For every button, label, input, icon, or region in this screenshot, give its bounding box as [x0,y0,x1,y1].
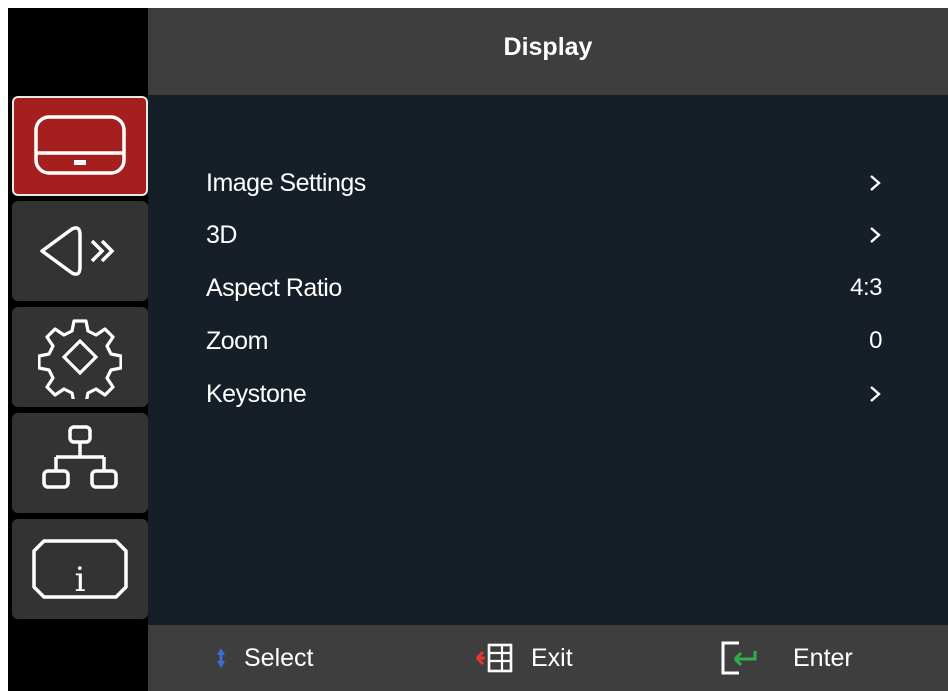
hint-enter: Enter [721,625,853,691]
menu-item-value: 4:3 [850,274,882,301]
hint-exit-label: Exit [531,643,573,672]
menu-item-keystone[interactable]: Keystone [206,369,882,419]
menu-item-label: 3D [206,220,237,249]
sidebar-item-info[interactable]: i [12,519,148,619]
hint-select-label: Select [244,643,314,672]
hint-enter-label: Enter [793,643,853,672]
menu-item-3d[interactable]: 3D [206,210,882,260]
sidebar-item-network[interactable] [12,413,148,513]
menu-item-image-settings[interactable]: Image Settings [206,158,882,208]
chevron-right-icon [870,386,881,402]
chevron-right-icon [870,227,881,243]
speaker-icon [40,226,115,276]
menu-item-zoom[interactable]: Zoom 0 [206,316,882,366]
sidebar: i [8,95,148,625]
up-down-arrows-icon [217,648,225,668]
enter-icon [721,641,757,675]
sidebar-item-setup[interactable] [12,307,148,407]
menu-item-label: Aspect Ratio [206,273,342,302]
menu-item-label: Image Settings [206,168,366,197]
menu-item-aspect-ratio[interactable]: Aspect Ratio 4:3 [206,263,882,313]
sidebar-item-display[interactable] [12,96,148,196]
exit-icon [475,643,513,673]
menu-item-label: Keystone [206,379,307,408]
svg-text:i: i [75,560,86,600]
network-icon [42,425,118,489]
hint-select: Select [216,625,313,691]
info-icon: i [32,539,128,600]
menu-item-value: 0 [869,327,882,354]
menu-panel: Image Settings 3D Aspect Ratio 4:3 Zoom … [148,95,948,625]
sidebar-item-audio[interactable] [12,201,148,301]
gear-icon [38,319,122,399]
chevron-right-icon [870,175,881,191]
page-title: Display [503,33,593,61]
header-bar: Display [148,8,948,95]
hint-exit: Exit [475,625,573,691]
menu-item-label: Zoom [206,326,268,355]
footer-hint-bar: Select Exit Enter [148,625,948,691]
display-icon [34,115,126,175]
